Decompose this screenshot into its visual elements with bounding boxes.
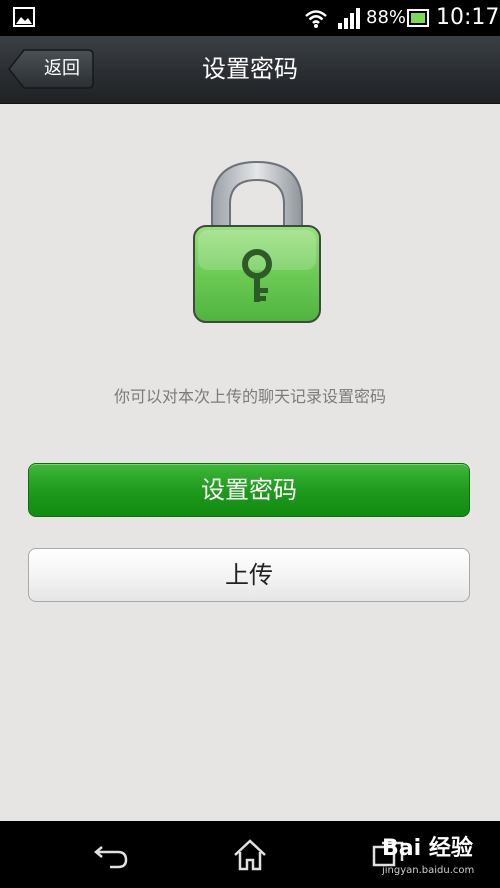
padlock-key-icon <box>193 160 321 323</box>
battery-icon <box>407 9 429 27</box>
screen: 88% 10:17 返回 设置密码 你可以对本次上传的聊天记录设置密码 设置密码… <box>0 0 500 888</box>
watermark-logo-text: Bai 经验 <box>382 836 473 861</box>
baidu-jingyan-watermark: Bai 经验 jingyan.baidu.com <box>382 832 498 884</box>
status-bar: 88% 10:17 <box>0 0 500 36</box>
home-icon[interactable] <box>230 835 270 875</box>
page-title: 设置密码 <box>202 55 298 83</box>
watermark-url: jingyan.baidu.com <box>382 865 475 876</box>
back-button-label: 返回 <box>44 58 80 79</box>
back-icon[interactable] <box>92 835 132 875</box>
back-button[interactable]: 返回 <box>8 49 94 89</box>
battery-percent: 88% <box>366 7 407 28</box>
hint-text: 你可以对本次上传的聊天记录设置密码 <box>113 387 386 406</box>
title-bar: 返回 设置密码 <box>0 36 500 104</box>
gallery-icon <box>13 7 35 27</box>
upload-button[interactable]: 上传 <box>28 548 470 602</box>
wifi-icon <box>305 10 327 28</box>
clock: 10:17 <box>436 5 500 30</box>
set-password-button[interactable]: 设置密码 <box>28 463 470 517</box>
signal-icon <box>338 8 360 29</box>
